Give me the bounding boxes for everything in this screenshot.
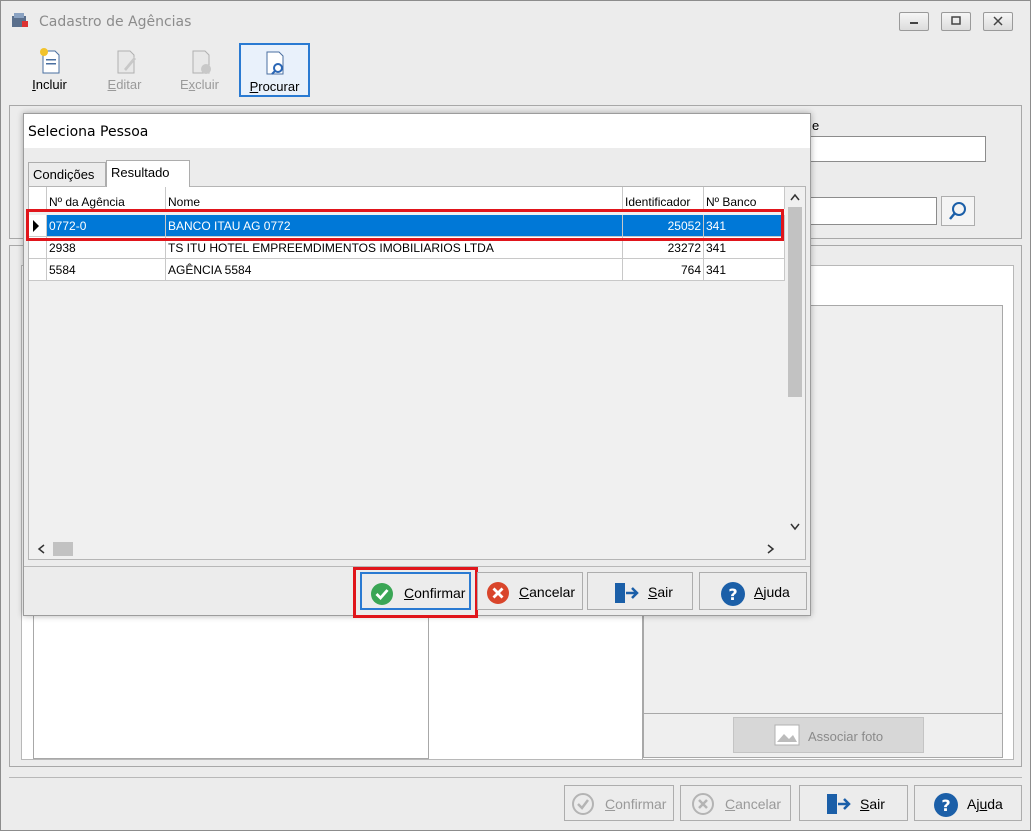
scroll-right-icon[interactable] (767, 544, 775, 554)
bottom-cancelar-label: ancelar (735, 796, 782, 812)
main-window: Cadastro de Agências Incluir Editar Excl… (0, 0, 1031, 831)
results-grid: Nº da Agência Nome Identificador Nº Banc… (28, 186, 806, 560)
confirmar-label: onfirmar (414, 585, 466, 601)
minimize-icon (910, 22, 918, 24)
editar-button[interactable]: Editar (89, 43, 160, 97)
left-list-box (33, 601, 429, 759)
restore-icon (951, 16, 961, 25)
minimize-button[interactable] (899, 12, 929, 31)
scroll-down-icon[interactable] (790, 523, 800, 531)
seleciona-pessoa-dialog: Seleciona Pessoa Condições Resultado Nº … (23, 113, 811, 618)
cell-identificador: 764 (623, 259, 704, 281)
bottom-confirmar-label: onfirmar (615, 796, 667, 812)
table-row[interactable]: 5584 AGÊNCIA 5584 764 341 (29, 259, 785, 281)
check-circle-icon (371, 583, 393, 605)
middle-list-box (429, 601, 643, 759)
svg-text:?: ? (728, 585, 737, 604)
procurar-label: rocurar (258, 79, 300, 94)
edit-document-icon (117, 50, 136, 74)
row-indicator-header (29, 187, 47, 209)
incluir-label: ncluir (35, 77, 67, 92)
scroll-corner (785, 539, 805, 559)
bottom-ajuda-prefix: Aj (967, 796, 980, 812)
title-bar: Cadastro de Agências (1, 1, 1030, 39)
cancelar-label: ancelar (529, 584, 576, 600)
associar-foto-button[interactable]: Associar foto (733, 717, 924, 753)
excluir-button[interactable]: Excluir (164, 43, 235, 97)
ajuda-underline: A (754, 584, 764, 600)
dialog-title: Seleciona Pessoa (28, 124, 149, 140)
vertical-scrollbar[interactable] (785, 187, 805, 539)
ajuda-button[interactable]: ? Ajuda (699, 572, 807, 610)
background-lookup-field[interactable] (809, 197, 937, 225)
close-icon (993, 16, 1003, 26)
exit-door-icon (615, 583, 639, 603)
photo-divider (644, 713, 1002, 714)
search-icon (949, 202, 966, 220)
selected-row-highlight (26, 209, 784, 241)
help-icon: ? (934, 793, 958, 817)
bottom-sair-underline: S (860, 796, 870, 812)
procurar-button[interactable]: Procurar (239, 43, 310, 97)
column-header-banco[interactable]: Nº Banco (704, 187, 785, 209)
new-document-icon (39, 48, 59, 74)
column-header-identificador[interactable]: Identificador (623, 187, 704, 209)
editar-label: ditar (116, 77, 142, 92)
app-icon (12, 13, 28, 27)
cell-banco: 341 (704, 259, 785, 281)
horizontal-scroll-thumb[interactable] (53, 542, 73, 556)
bottom-ajuda-label: da (987, 796, 1003, 812)
cell-nome: AGÊNCIA 5584 (166, 259, 623, 281)
photo-icon (774, 724, 800, 746)
sair-button[interactable]: Sair (587, 572, 693, 610)
confirmar-button[interactable]: Confirmar (360, 572, 471, 610)
cancelar-underline: C (519, 584, 530, 600)
bottom-divider (9, 777, 1022, 778)
dialog-title-bar: Seleciona Pessoa (24, 114, 810, 148)
delete-document-icon (192, 50, 211, 74)
bottom-confirmar-button[interactable]: Confirmar (564, 785, 674, 821)
procurar-underline: P (249, 79, 259, 94)
close-button[interactable] (983, 12, 1013, 31)
column-header-agencia[interactable]: Nº da Agência (47, 187, 166, 209)
tab-condicoes[interactable]: Condições (28, 162, 106, 186)
editar-underline: E (107, 77, 117, 92)
cancelar-button[interactable]: Cancelar (477, 572, 583, 610)
cancel-circle-icon (487, 582, 509, 604)
window-title: Cadastro de Agências (39, 14, 192, 30)
svg-text:?: ? (941, 796, 950, 815)
restore-button[interactable] (941, 12, 971, 31)
exit-door-icon (827, 794, 851, 814)
help-icon: ? (721, 582, 745, 606)
sair-underline: S (648, 584, 658, 600)
ajuda-label: juda (763, 584, 790, 600)
tab-resultado[interactable]: Resultado (106, 160, 190, 187)
bottom-ajuda-button[interactable]: ? Ajuda (914, 785, 1022, 821)
cell-agencia: 5584 (47, 259, 166, 281)
excluir-label: cluir (195, 77, 219, 92)
background-text-field[interactable] (809, 136, 986, 162)
search-document-icon (266, 51, 283, 75)
background-search-button[interactable] (941, 196, 975, 226)
column-header-nome[interactable]: Nome (166, 187, 623, 209)
bottom-sair-label: air (869, 796, 885, 812)
vertical-scroll-thumb[interactable] (788, 207, 802, 397)
associar-foto-label: Associar foto (808, 729, 884, 744)
sair-label: air (657, 584, 673, 600)
row-indicator (29, 259, 47, 281)
bottom-cancelar-button[interactable]: Cancelar (680, 785, 791, 821)
incluir-button[interactable]: Incluir (14, 43, 85, 97)
check-circle-icon (572, 793, 594, 815)
horizontal-scrollbar[interactable] (29, 539, 785, 559)
scroll-up-icon[interactable] (790, 193, 800, 201)
bottom-sair-button[interactable]: Sair (799, 785, 908, 821)
cancel-circle-icon (692, 793, 714, 815)
field-label-fragment: e (812, 118, 820, 133)
bottom-cancelar-underline: C (725, 796, 736, 812)
scroll-left-icon[interactable] (37, 544, 45, 554)
confirmar-underline: C (404, 585, 415, 601)
bottom-confirmar-underline: C (605, 796, 616, 812)
excluir-prefix: E (179, 77, 189, 92)
